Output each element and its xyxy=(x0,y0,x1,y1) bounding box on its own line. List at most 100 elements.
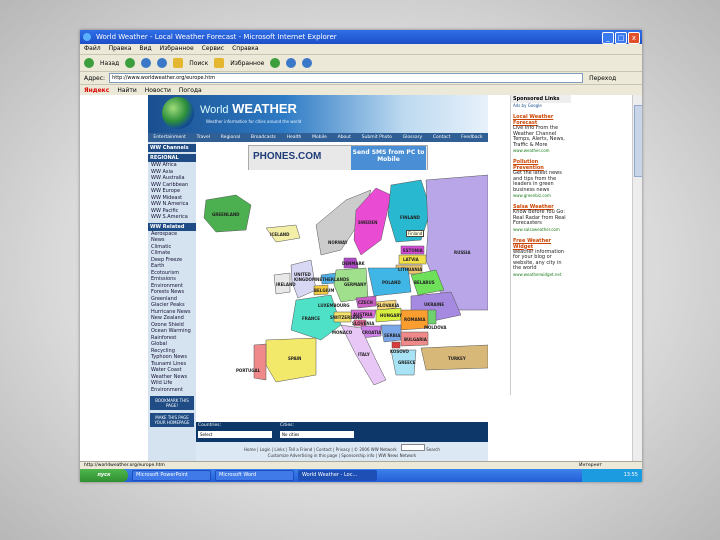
nav-item[interactable]: About xyxy=(338,135,351,140)
label-croatia: CROATIA xyxy=(362,330,382,335)
search-button[interactable]: Поиск xyxy=(189,60,208,67)
nav-item[interactable]: Entertainment xyxy=(153,135,185,140)
back-button[interactable]: Назад xyxy=(100,60,119,67)
nav-item[interactable]: Contact xyxy=(433,135,451,140)
go-button[interactable]: Переход xyxy=(589,75,616,82)
sponsored-link-description: Live Info From the Weather Channel Temps… xyxy=(513,125,565,148)
home-icon[interactable] xyxy=(157,58,168,68)
label-greenland: GREENLAND xyxy=(212,212,240,217)
label-ukraine: UKRAINE xyxy=(424,302,445,307)
cities-select[interactable]: No cities xyxy=(280,431,354,438)
map-tooltip: Finland xyxy=(406,230,425,237)
favorites-button[interactable]: Избранное xyxy=(230,60,264,67)
nav-item[interactable]: Broadcasts xyxy=(251,135,276,140)
taskbar-item-word[interactable]: Microsoft Word xyxy=(215,470,294,481)
sponsored-list: Local Weather Forecast Live Info From the… xyxy=(511,114,571,277)
start-button[interactable]: пуск xyxy=(80,469,128,482)
nav-item[interactable]: Submit Photo xyxy=(362,135,392,140)
bookmark-button[interactable]: BOOKMARK THIS PAGE! xyxy=(150,396,194,410)
nav-item[interactable]: Glossary xyxy=(403,135,422,140)
menu-favorites[interactable]: Избранное xyxy=(160,44,194,54)
phones-ad-banner[interactable]: PHONES.COM Send SMS from PC to Mobile xyxy=(248,145,428,171)
vertical-scrollbar[interactable] xyxy=(632,95,642,461)
footer-search-input[interactable] xyxy=(400,444,425,451)
yandex-logo[interactable]: Яндекс xyxy=(84,87,109,94)
sidebar-item-related[interactable]: Environment xyxy=(148,387,196,394)
status-url: http://worldweather.org/europe.htm xyxy=(84,463,165,468)
mail-icon[interactable] xyxy=(286,58,297,68)
window-titlebar: World Weather - Local Weather Forecast -… xyxy=(80,30,642,44)
window-title: World Weather - Local Weather Forecast -… xyxy=(96,33,337,41)
label-ireland: IRELAND xyxy=(276,282,296,287)
menu-view[interactable]: Вид xyxy=(139,44,151,54)
ie-icon xyxy=(83,33,91,41)
sponsored-link-url[interactable]: www.salsaweather.com xyxy=(511,227,571,232)
sponsored-heading: Sponsored Links xyxy=(511,95,571,103)
countries-label: Countries: xyxy=(198,423,222,428)
menu-bar: Файл Правка Вид Избранное Сервис Справка xyxy=(80,44,642,55)
label-finland: FINLAND xyxy=(400,215,420,220)
homepage-button[interactable]: MAKE THIS PAGE YOUR HOMEPAGE xyxy=(150,413,194,427)
forward-arrow-icon[interactable] xyxy=(125,58,136,68)
menu-file[interactable]: Файл xyxy=(84,44,101,54)
menu-help[interactable]: Справка xyxy=(232,44,258,54)
menu-edit[interactable]: Правка xyxy=(109,44,132,54)
scrollbar-thumb[interactable] xyxy=(634,105,642,177)
label-turkey: TURKEY xyxy=(448,356,466,361)
label-iceland: ICELAND xyxy=(270,232,290,237)
label-czech: CZECH xyxy=(358,300,373,305)
europe-map[interactable]: GREENLAND ICELAND SWEDEN FINLAND NORWAY … xyxy=(196,170,489,420)
footer-links[interactable]: Home | Login | Links | Tell a Friend | C… xyxy=(196,444,488,453)
label-france: FRANCE xyxy=(302,316,320,321)
sidebar-item-regional[interactable]: WW S.America xyxy=(148,214,196,221)
yandex-weather-button[interactable]: Погода xyxy=(179,87,202,94)
country-kosovo xyxy=(391,341,401,349)
window-controls: _ □ x xyxy=(602,32,640,44)
yandex-news-button[interactable]: Новости xyxy=(145,87,171,94)
label-moldova: MOLDOVA xyxy=(424,325,447,330)
taskbar: пуск Microsoft PowerPoint Microsoft Word… xyxy=(80,469,642,482)
sponsored-link-url[interactable]: www.greenbiz.com xyxy=(511,193,571,198)
nav-item[interactable]: Travel xyxy=(197,135,210,140)
print-icon[interactable] xyxy=(302,58,313,68)
maximize-button[interactable]: □ xyxy=(615,32,627,44)
sponsored-link-url[interactable]: www.weatherwidget.net xyxy=(511,272,571,277)
taskbar-item-powerpoint[interactable]: Microsoft PowerPoint xyxy=(132,470,211,481)
search-icon[interactable] xyxy=(173,58,184,68)
back-arrow-icon[interactable] xyxy=(84,58,94,68)
country-portugal xyxy=(253,343,267,381)
address-label: Адрес: xyxy=(84,74,106,82)
label-latvia: LATVIA xyxy=(403,257,419,262)
label-slovenia: SLOVENIA xyxy=(352,321,375,326)
sidebar-item-related[interactable]: Ocean Warming xyxy=(148,328,196,335)
europe-map-svg[interactable] xyxy=(196,170,489,420)
close-button[interactable]: x xyxy=(628,32,640,44)
channels-sidebar: WW Channels REGIONAL WW Africa WW Asia WW … xyxy=(148,142,196,461)
sponsored-link-title[interactable]: Free Weather Widget xyxy=(511,238,571,250)
refresh-icon[interactable] xyxy=(141,58,152,68)
footer-search-button[interactable]: Search xyxy=(426,447,440,452)
menu-tools[interactable]: Сервис xyxy=(202,44,224,54)
sponsored-link-description: Get the latest news and tips from the le… xyxy=(513,170,562,193)
star-icon[interactable] xyxy=(214,58,225,68)
taskbar-item-browser[interactable]: World Weather - Loc... xyxy=(298,470,377,481)
sponsored-link-url[interactable]: www.weather.com xyxy=(511,148,571,153)
label-lithuania: LITHUANIA xyxy=(398,267,423,272)
address-bar: Адрес: http://www.worldweather.org/europ… xyxy=(80,72,642,85)
nav-item[interactable]: Health xyxy=(287,135,302,140)
site-nav: Entertainment Travel Regional Broadcasts… xyxy=(148,133,488,142)
countries-select[interactable]: Select xyxy=(198,431,272,438)
site-logo[interactable]: World WEATHER xyxy=(200,101,297,116)
history-icon[interactable] xyxy=(270,58,281,68)
nav-item[interactable]: Regional xyxy=(221,135,240,140)
nav-item[interactable]: Feedback xyxy=(461,135,482,140)
world-weather-page: World WEATHER Weather information for ci… xyxy=(148,95,489,461)
regional-list: WW Africa WW Asia WW Australia WW Caribbean… xyxy=(148,162,196,221)
minimize-button[interactable]: _ xyxy=(602,32,614,44)
ads-by-google[interactable]: Ads by Google xyxy=(511,103,571,108)
yandex-find-button[interactable]: Найти xyxy=(117,87,136,94)
footer-line-2[interactable]: Customize Advertising in this page | Spo… xyxy=(196,453,488,459)
nav-item[interactable]: Mobile xyxy=(312,135,327,140)
site-banner: World WEATHER Weather information for ci… xyxy=(148,95,488,133)
address-input[interactable]: http://www.worldweather.org/europe.htm xyxy=(109,73,584,83)
